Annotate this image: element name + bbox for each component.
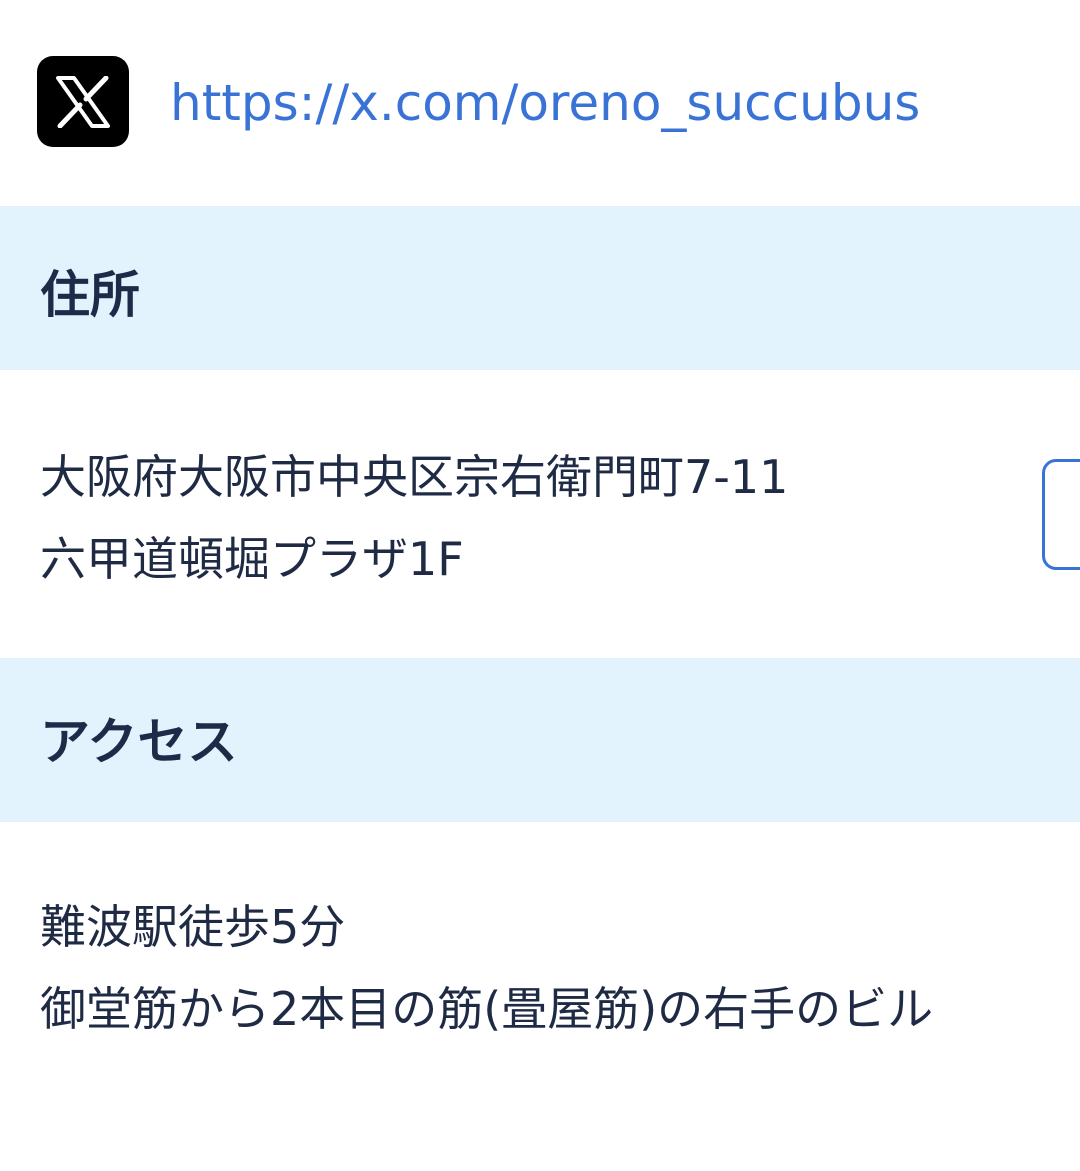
map-button[interactable] [1042, 459, 1080, 570]
x-profile-link[interactable]: https://x.com/oreno_succubus [170, 72, 920, 134]
access-line-1: 難波駅徒歩5分 [40, 900, 346, 954]
address-line-2: 六甲道頓堀プラザ1F [40, 532, 464, 586]
access-section-body: 難波駅徒歩5分 御堂筋から2本目の筋(畳屋筋)の右手のビル [0, 822, 1080, 1171]
x-account-row: https://x.com/oreno_succubus [0, 0, 1080, 206]
access-line-2: 御堂筋から2本目の筋(畳屋筋)の右手のビル [40, 982, 934, 1036]
address-line-1: 大阪府大阪市中央区宗右衛門町7-11 [40, 450, 789, 504]
shop-info-page: https://x.com/oreno_succubus 住所 大阪府大阪市中央… [0, 0, 1080, 1171]
x-logo-icon[interactable] [37, 56, 129, 147]
access-heading: アクセス [40, 713, 238, 771]
address-section-header: 住所 [0, 206, 1080, 370]
address-heading: 住所 [40, 266, 140, 324]
address-section-body: 大阪府大阪市中央区宗右衛門町7-11 六甲道頓堀プラザ1F [0, 370, 1080, 658]
access-section-header: アクセス [0, 658, 1080, 822]
x-logo-glyph [56, 75, 110, 128]
